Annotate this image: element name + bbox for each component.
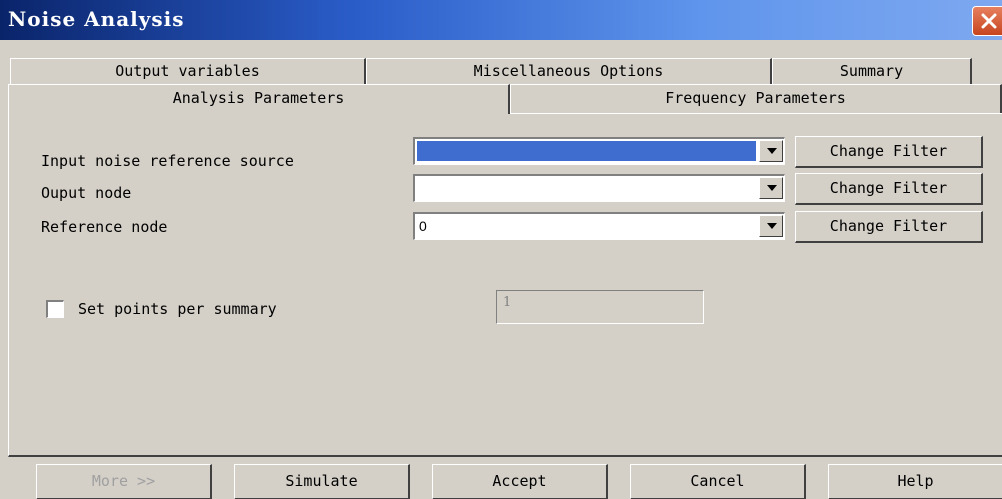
close-icon xyxy=(981,13,997,29)
tab-analysis-parameters[interactable]: Analysis Parameters xyxy=(8,84,510,114)
change-filter-button-reference[interactable]: Change Filter xyxy=(795,211,983,243)
tab-frequency-parameters[interactable]: Frequency Parameters xyxy=(510,84,1002,114)
dropdown-button[interactable] xyxy=(759,177,783,199)
output-node-value xyxy=(417,178,756,198)
dialog-body: Output variables Miscellaneous Options S… xyxy=(0,40,1002,499)
tab-output-variables[interactable]: Output variables xyxy=(10,58,366,84)
cancel-button[interactable]: Cancel xyxy=(630,464,806,499)
chevron-down-icon xyxy=(767,148,777,154)
set-points-label: Set points per summary xyxy=(78,300,277,318)
input-noise-label: Input noise reference source xyxy=(41,152,294,170)
set-points-checkbox[interactable] xyxy=(46,300,64,318)
tab-label: Summary xyxy=(839,62,904,80)
change-filter-button-output[interactable]: Change Filter xyxy=(795,173,983,205)
dropdown-button[interactable] xyxy=(759,215,783,237)
points-per-summary-input[interactable]: 1 xyxy=(496,290,704,324)
tab-label: Miscellaneous Options xyxy=(473,62,664,80)
output-node-select[interactable] xyxy=(413,174,785,202)
reference-node-select[interactable]: 0 xyxy=(413,212,785,240)
tab-label: Frequency Parameters xyxy=(665,89,846,107)
input-noise-value xyxy=(417,141,756,161)
tab-label: Analysis Parameters xyxy=(172,89,345,107)
close-button[interactable] xyxy=(972,6,1002,36)
simulate-button[interactable]: Simulate xyxy=(234,464,410,499)
tab-summary[interactable]: Summary xyxy=(772,58,972,84)
help-button[interactable]: Help xyxy=(828,464,1002,499)
chevron-down-icon xyxy=(767,223,777,229)
tab-label: Output variables xyxy=(115,62,260,80)
title-bar: Noise Analysis xyxy=(0,0,1002,40)
output-node-label: Ouput node xyxy=(41,184,132,202)
accept-button[interactable]: Accept xyxy=(432,464,608,499)
tab-miscellaneous-options[interactable]: Miscellaneous Options xyxy=(366,58,772,84)
reference-node-value: 0 xyxy=(419,218,427,234)
more-button[interactable]: More >> xyxy=(36,464,212,499)
input-noise-select[interactable] xyxy=(413,137,785,165)
dropdown-button[interactable] xyxy=(759,140,783,162)
chevron-down-icon xyxy=(767,185,777,191)
window-title: Noise Analysis xyxy=(8,7,185,31)
reference-node-label: Reference node xyxy=(41,218,168,236)
change-filter-button-input[interactable]: Change Filter xyxy=(795,136,983,168)
analysis-parameters-panel: Input noise reference source Change Filt… xyxy=(8,113,1002,457)
